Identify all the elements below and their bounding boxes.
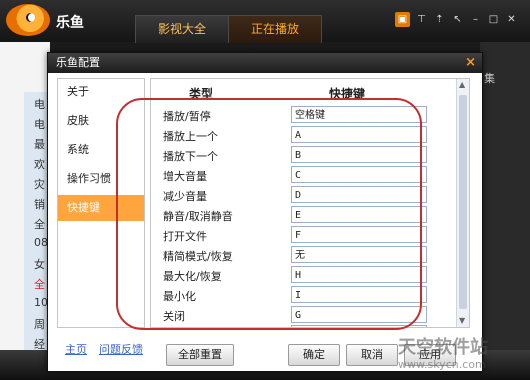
- home-link[interactable]: 主页: [65, 341, 87, 357]
- minimize-icon[interactable]: –: [468, 12, 483, 27]
- mini-player-icon[interactable]: ▣: [395, 12, 410, 27]
- watermark: 天空软件站 www.skycn.com: [398, 338, 528, 376]
- shortcut-row: 播放上一个 A: [163, 126, 433, 144]
- shortcut-row: 最大化/恢复 H: [163, 266, 433, 284]
- column-header-type: 类型: [189, 87, 214, 101]
- reset-all-button[interactable]: 全部重置: [166, 344, 234, 366]
- nav-item-shortcuts[interactable]: 快捷键: [58, 195, 144, 221]
- app-name: 乐鱼: [56, 15, 84, 31]
- list-item: 女: [34, 258, 45, 271]
- settings-nav: 关于 皮肤 系统 操作习惯 快捷键: [57, 78, 145, 328]
- nav-item-habits[interactable]: 操作习惯: [58, 166, 144, 192]
- shortcut-key-field[interactable]: J: [291, 325, 427, 327]
- ok-button[interactable]: 确定: [288, 344, 340, 366]
- app-titlebar: 乐鱼 影视大全 正在播放 ▣ ⊤ ⇡ ↖ – □ ✕: [0, 0, 530, 43]
- dialog-titlebar: 乐鱼配置 ×: [48, 53, 482, 73]
- tab-movie-library[interactable]: 影视大全: [135, 15, 229, 43]
- list-item: 销: [34, 198, 45, 211]
- scroll-down-icon[interactable]: ▼: [459, 317, 467, 325]
- shortcut-key-field[interactable]: 无: [291, 246, 427, 263]
- pin-icon[interactable]: ⊤: [414, 12, 429, 27]
- shortcut-row: 最小化 I: [163, 286, 433, 304]
- feedback-link[interactable]: 问题反馈: [99, 341, 143, 357]
- tab-now-playing[interactable]: 正在播放: [228, 15, 322, 43]
- list-item: 欢: [34, 158, 45, 171]
- shortcut-type: 增大音量: [163, 170, 207, 183]
- scroll-thumb[interactable]: [459, 95, 467, 309]
- shortcut-type: 关闭: [163, 310, 185, 323]
- list-item: 08: [34, 236, 48, 249]
- list-item: 最: [34, 138, 45, 151]
- episode-label: 集: [484, 72, 495, 85]
- list-item: 电: [34, 118, 45, 131]
- background-right-panel: 集: [480, 42, 530, 380]
- cancel-button[interactable]: 取消: [346, 344, 398, 366]
- shortcut-type: 全屏/退出全屏: [163, 327, 233, 328]
- shortcut-key-field[interactable]: I: [291, 286, 427, 303]
- shortcut-panel: 类型 快捷键 播放/暂停 空格键 播放上一个 A 播放下一个 B 增大音量 C …: [150, 78, 470, 328]
- nav-item-about[interactable]: 关于: [58, 79, 144, 105]
- shortcut-key-field[interactable]: H: [291, 266, 427, 283]
- scroll-up-icon[interactable]: ▲: [459, 81, 467, 89]
- shortcut-key-field[interactable]: B: [291, 146, 427, 163]
- shortcut-row: 关闭 G: [163, 306, 433, 324]
- shortcut-scrollbar[interactable]: ▲ ▼: [456, 79, 469, 327]
- arrow-icon[interactable]: ⇡: [432, 12, 447, 27]
- shortcut-type: 播放/暂停: [163, 110, 211, 123]
- restore-icon[interactable]: ↖: [450, 12, 465, 27]
- shortcut-row: 播放下一个 B: [163, 146, 433, 164]
- shortcut-type: 减少音量: [163, 190, 207, 203]
- shortcut-row: 静音/取消静音 E: [163, 206, 433, 224]
- shortcut-key-field[interactable]: A: [291, 126, 427, 143]
- nav-item-skin[interactable]: 皮肤: [58, 108, 144, 134]
- list-item: 电: [34, 98, 45, 111]
- column-header-shortcut: 快捷键: [329, 87, 366, 101]
- list-item: 周: [34, 318, 45, 331]
- list-item: 全: [34, 218, 45, 231]
- nav-item-system[interactable]: 系统: [58, 137, 144, 163]
- list-item: 10: [34, 296, 48, 309]
- shortcut-key-field[interactable]: 空格键: [291, 106, 427, 123]
- shortcut-row: 减少音量 D: [163, 186, 433, 204]
- shortcut-row: 增大音量 C: [163, 166, 433, 184]
- shortcut-type: 静音/取消静音: [163, 210, 233, 223]
- shortcut-type: 播放上一个: [163, 130, 218, 143]
- shortcut-row: 精简模式/恢复 无: [163, 246, 433, 264]
- shortcut-type: 打开文件: [163, 230, 207, 243]
- list-item: 灾: [34, 178, 45, 191]
- shortcut-key-field[interactable]: D: [291, 186, 427, 203]
- list-item: 全: [34, 278, 45, 291]
- shortcut-key-field[interactable]: G: [291, 306, 427, 323]
- settings-dialog: 乐鱼配置 × 关于 皮肤 系统 操作习惯 快捷键 类型 快捷键 播放/暂停 空格…: [47, 52, 483, 372]
- shortcut-key-field[interactable]: E: [291, 206, 427, 223]
- background-list: 电 电 最 欢 灾 销 全 08 女 全 10 周 经 电: [0, 42, 50, 380]
- maximize-icon[interactable]: □: [486, 12, 501, 27]
- shortcut-type: 最大化/恢复: [163, 270, 222, 283]
- shortcut-type: 播放下一个: [163, 150, 218, 163]
- shortcut-type: 精简模式/恢复: [163, 250, 233, 263]
- shortcut-key-field[interactable]: C: [291, 166, 427, 183]
- fish-logo-icon: [6, 4, 50, 36]
- shortcut-type: 最小化: [163, 290, 196, 303]
- close-icon[interactable]: ✕: [504, 12, 519, 27]
- shortcut-key-field[interactable]: F: [291, 226, 427, 243]
- dialog-title: 乐鱼配置: [56, 56, 100, 69]
- watermark-title: 天空软件站: [398, 337, 488, 358]
- dialog-close-icon[interactable]: ×: [465, 53, 476, 73]
- watermark-url: www.skycn.com: [398, 358, 486, 371]
- shortcut-row: 全屏/退出全屏 J: [163, 325, 433, 328]
- shortcut-row: 播放/暂停 空格键: [163, 106, 433, 124]
- shortcut-row: 打开文件 F: [163, 226, 433, 244]
